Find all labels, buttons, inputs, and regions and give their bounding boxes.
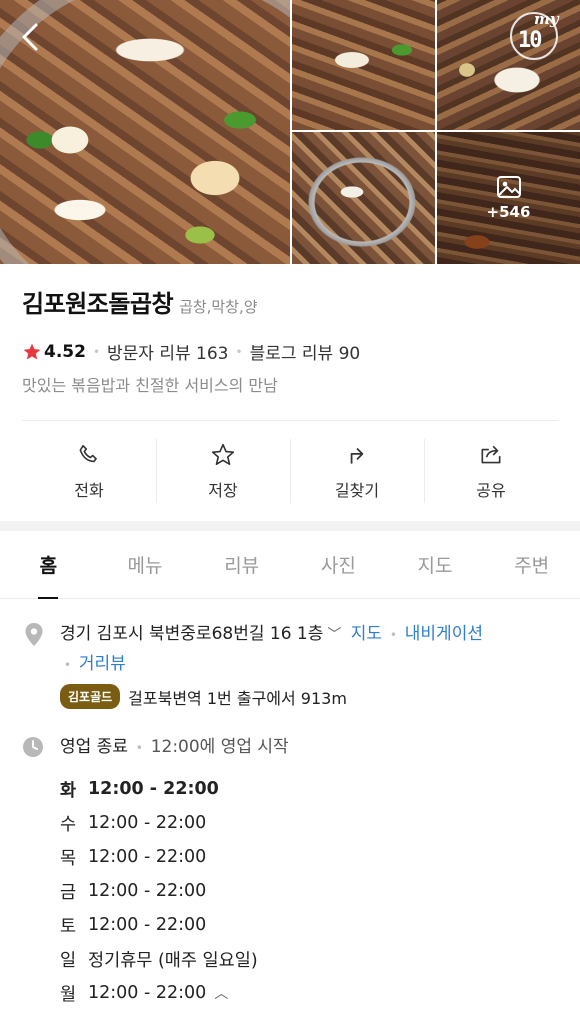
address-text: 경기 김포시 북변중로68번길 16 1층	[60, 624, 324, 644]
back-button[interactable]	[14, 20, 48, 54]
hours-row: 화 12:00 - 22:00	[60, 779, 219, 801]
save-label: 저장	[208, 480, 238, 500]
tab-bar: 홈 메뉴 리뷰 사진 지도 주변	[0, 531, 580, 599]
directions-icon	[350, 447, 364, 464]
my-badge[interactable]: my 10	[510, 10, 559, 60]
tab-nearby[interactable]: 주변	[483, 531, 580, 598]
action-bar: 전화 저장 길찾기 공유	[22, 421, 558, 521]
hours-row: 금 12:00 - 22:00	[60, 881, 207, 903]
badge-number: 10	[518, 28, 542, 53]
chevron-left-icon	[22, 23, 38, 51]
star-rating-icon	[23, 343, 41, 359]
hours-list[interactable]: 화 12:00 - 22:00 수 12:00 - 22:00 목 12:00 - 2…	[60, 772, 258, 1010]
subway-info: 김포골드 걸포북변역 1번 출구에서 913m	[60, 684, 347, 709]
place-name: 김포원조돌곱창	[22, 290, 174, 318]
directions-button[interactable]: 길찾기	[290, 421, 424, 521]
subway-distance: 걸포북변역 1번 출구에서 913m	[128, 688, 347, 708]
tab-map[interactable]: 지도	[387, 531, 484, 598]
section-separator	[0, 521, 580, 531]
next-open: 12:00에 영업 시작	[150, 737, 289, 757]
photo-thumbnail[interactable]	[292, 0, 435, 130]
rating-row: 4.52 • 방문자 리뷰 163 • 블로그 리뷰 90	[22, 339, 360, 364]
visitor-reviews-link[interactable]: 방문자 리뷰 163	[107, 339, 228, 364]
hours-row: 일 정기휴무 (매주 일요일)	[60, 950, 258, 971]
rating-score: 4.52	[44, 341, 86, 362]
tab-photos[interactable]: 사진	[290, 531, 387, 598]
hours-row: 월 12:00 - 22:00 ︿	[60, 983, 229, 1005]
location-pin-icon	[25, 623, 43, 646]
subway-line-badge: 김포골드	[60, 684, 121, 709]
hours-status: 영업 종료	[60, 737, 128, 757]
blog-reviews-link[interactable]: 블로그 리뷰 90	[250, 339, 361, 364]
star-icon	[211, 443, 235, 465]
tab-reviews[interactable]: 리뷰	[193, 531, 290, 598]
map-link[interactable]: 지도	[351, 624, 382, 644]
hours-row: 수 12:00 - 22:00	[60, 813, 207, 835]
chevron-up-icon[interactable]: ︿	[214, 983, 228, 1003]
place-description: 맛있는 볶음밥과 친절한 서비스의 만남	[22, 376, 278, 395]
share-icon	[481, 445, 501, 463]
place-category: 곱창,막창,양	[179, 298, 258, 316]
navigation-link[interactable]: 내비게이션	[405, 624, 483, 644]
more-photos-button[interactable]: +546	[437, 132, 580, 264]
address-section: 경기 김포시 북변중로68번길 16 1층 ﹀ 지도 • 내비게이션 • 거리뷰	[22, 620, 562, 680]
tab-menu[interactable]: 메뉴	[97, 531, 194, 598]
badge-script: my	[534, 10, 559, 28]
share-button[interactable]: 공유	[424, 421, 558, 521]
street-view-link[interactable]: 거리뷰	[79, 654, 126, 674]
hours-row: 목 12:00 - 22:00	[60, 847, 207, 869]
share-label: 공유	[476, 480, 506, 500]
directions-label: 길찾기	[334, 480, 380, 500]
more-photos-count: +546	[486, 203, 531, 221]
save-button[interactable]: 저장	[156, 421, 290, 521]
clock-icon	[23, 737, 43, 757]
hours-section: 영업 종료 • 12:00에 영업 시작	[22, 734, 562, 761]
tab-home[interactable]: 홈	[0, 531, 97, 599]
call-button[interactable]: 전화	[22, 421, 156, 521]
hours-row: 토 12:00 - 22:00	[60, 915, 207, 937]
chevron-down-icon[interactable]: ﹀	[327, 627, 341, 643]
phone-icon	[79, 444, 97, 462]
image-icon	[496, 176, 521, 198]
call-label: 전화	[74, 480, 104, 500]
photo-thumbnail[interactable]	[292, 132, 435, 264]
